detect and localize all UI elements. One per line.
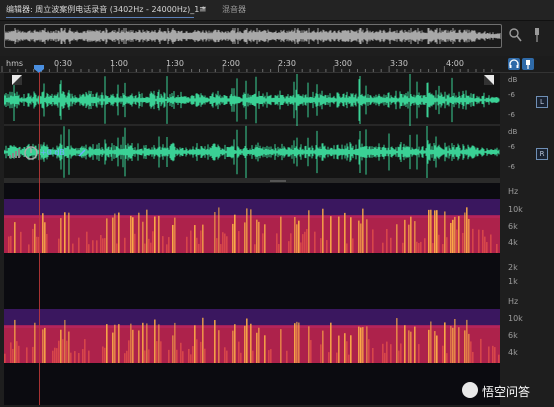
spectral-hz-scale: Hz 10k 6k 4k 2k 1k Hz 10k 6k 4k [500, 183, 554, 405]
hz-scale-label: Hz [508, 297, 519, 306]
pin-hud-icon[interactable] [78, 149, 86, 157]
volume-knob-icon[interactable] [24, 146, 38, 160]
overview-navigator[interactable] [4, 24, 502, 48]
hz-scale-label: 4k [508, 348, 518, 357]
hz-scale-label: 6k [508, 222, 518, 231]
hz-scale-label: 4k [508, 238, 518, 247]
overview-waveform [5, 28, 501, 44]
volume-bars-icon[interactable] [8, 147, 20, 159]
channel-right-toggle[interactable]: R [536, 148, 548, 160]
hz-scale-label: Hz [508, 187, 519, 196]
hz-scale-label: 10k [508, 314, 523, 323]
db-scale-label: -6 [508, 111, 515, 119]
pin-icon[interactable] [532, 27, 542, 43]
active-tab-indicator [6, 17, 194, 18]
db-scale-label: -6 [508, 91, 515, 99]
db-scale-label: -6 [508, 163, 515, 171]
waveform-db-scale: dB -6 -6 L dB -6 -6 R [500, 73, 554, 178]
watermark: 悟空问答 [460, 380, 552, 402]
db-scale-label: -6 [508, 143, 515, 151]
spectral-frequency-view [4, 199, 500, 363]
fade-out-handle-icon[interactable] [484, 75, 494, 85]
panel-menu-icon[interactable]: ≡ [199, 3, 207, 17]
hz-scale-label: 10k [508, 205, 523, 214]
marker-icon[interactable] [522, 58, 534, 70]
playhead-line[interactable] [39, 72, 40, 405]
hz-scale-label: 2k [508, 263, 518, 272]
watermark-logo [462, 382, 478, 398]
db-scale-label: dB [508, 76, 518, 84]
channel-left-toggle[interactable]: L [536, 96, 548, 108]
tab-mixer[interactable]: 混音器 [222, 3, 246, 17]
gain-value[interactable]: +0 dB [40, 146, 65, 160]
zoom-icon[interactable] [508, 27, 522, 43]
headphones-icon[interactable] [508, 58, 520, 70]
splitter-grip[interactable] [270, 180, 286, 182]
waveform-display[interactable] [3, 73, 500, 179]
watermark-text: 悟空问答 [482, 385, 531, 399]
hz-scale-label: 6k [508, 331, 518, 340]
spectral-display[interactable] [4, 183, 500, 405]
ruler-tick-marks [1, 66, 493, 72]
tab-editor[interactable]: 编辑器: 周立波案例电话录音 (3402Hz - 24000Hz)_1 * [6, 3, 206, 17]
db-scale-label: dB [508, 128, 518, 136]
waveform-channels [3, 74, 500, 179]
hz-scale-label: 1k [508, 277, 518, 286]
fade-in-handle-icon[interactable] [12, 75, 22, 85]
